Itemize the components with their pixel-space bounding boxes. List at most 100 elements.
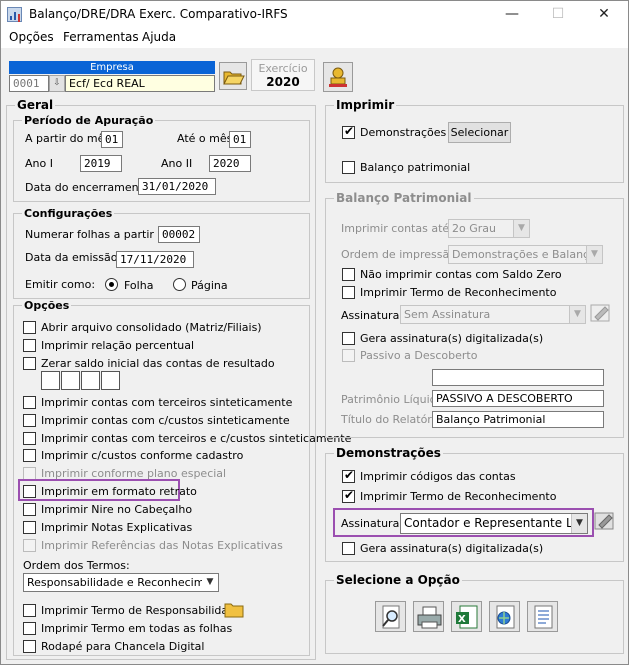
preview-button[interactable] (375, 601, 406, 632)
menu-bar: Opções Ferramentas Ajuda (1, 28, 628, 48)
imprimir-demonstracoes-label: Demonstrações (360, 126, 447, 139)
exercicio-label: Exercício (258, 62, 308, 75)
imprimir-balanco-label: Balanço patrimonial (360, 161, 471, 174)
preview-magnifier-icon (382, 605, 400, 629)
termo-todas-label: Imprimir Termo em todas as folhas (41, 622, 233, 635)
ordem-termos-value: Responsabilidade e Reconhecimento (27, 576, 219, 589)
termo-resp-checkbox[interactable] (23, 604, 36, 617)
user-button[interactable] (323, 62, 353, 92)
ano1-input[interactable]: 2019 (80, 155, 122, 172)
print-button[interactable] (413, 601, 444, 632)
passivo-checkbox (342, 349, 355, 362)
zerar-box-3[interactable] (81, 371, 100, 390)
ano2-input[interactable]: 2020 (209, 155, 251, 172)
excel-icon: X (456, 605, 478, 629)
balanco-title: Balanço Patrimonial (334, 191, 474, 205)
opcao-consolidado-checkbox[interactable] (23, 321, 36, 334)
export-web-button[interactable] (489, 601, 520, 632)
balanco-gera-assinatura-checkbox[interactable] (342, 332, 355, 345)
passivo-input[interactable] (432, 369, 604, 386)
termo-todas-checkbox[interactable] (23, 622, 36, 635)
geral-title: Geral (15, 98, 56, 112)
minimize-button[interactable]: — (489, 1, 535, 28)
ano2-label: Ano II (161, 157, 193, 170)
menu-ferramentas[interactable]: Ferramentas (63, 30, 139, 44)
demo-termo-rec-checkbox[interactable] (342, 488, 355, 503)
ano1-label: Ano I (25, 157, 53, 170)
open-folder-button[interactable] (219, 62, 247, 90)
empresa-lookup-icon[interactable]: ⇩ (49, 75, 65, 92)
menu-opcoes[interactable]: Opções (9, 30, 54, 44)
svg-text:X: X (458, 614, 466, 625)
opcao-cadastro-checkbox[interactable] (23, 449, 36, 462)
numerar-label: Numerar folhas a partir de (25, 228, 172, 241)
balanco-sign-button[interactable] (589, 301, 613, 325)
imprimir-demonstracoes-checkbox[interactable] (342, 124, 355, 139)
folha-radio[interactable] (105, 278, 118, 291)
data-emissao-input[interactable]: 17/11/2020 (116, 251, 194, 268)
balanco-termo-rec-checkbox[interactable] (342, 286, 355, 299)
ordem-termos-select[interactable]: Responsabilidade e Reconhecimento ▼ (23, 573, 219, 592)
web-page-icon (496, 605, 515, 629)
opcao-referencias-checkbox (23, 539, 36, 552)
empresa-name-input[interactable]: Ecf/ Ecd REAL (65, 75, 215, 92)
ate-input[interactable]: 01 (229, 131, 251, 148)
demonstracoes-title: Demonstrações (334, 446, 443, 460)
opcao-zerar-label: Zerar saldo inicial das contas de result… (41, 357, 275, 370)
chevron-down-icon: ▼ (202, 574, 218, 591)
periodo-title: Período de Apuração (22, 114, 156, 127)
demo-assinatura-label: Assinatura: (341, 517, 404, 530)
chevron-down-icon: ▼ (513, 220, 529, 237)
maximize-button[interactable]: ☐ (535, 1, 581, 28)
rodape-checkbox[interactable] (23, 640, 36, 653)
demo-sign-button[interactable] (593, 509, 617, 533)
zerar-box-1[interactable] (41, 371, 60, 390)
opcao-percentual-checkbox[interactable] (23, 339, 36, 352)
opcao-retrato-checkbox[interactable] (23, 485, 36, 498)
signature-pen-icon (590, 304, 610, 322)
export-text-button[interactable] (527, 601, 558, 632)
pagina-radio[interactable] (173, 278, 186, 291)
empresa-code-input[interactable]: 0001 (9, 75, 49, 92)
exercicio-value: 2020 (266, 75, 300, 89)
export-excel-button[interactable]: X (451, 601, 482, 632)
patrimonio-input[interactable]: PASSIVO A DESCOBERTO (432, 390, 604, 407)
opcao-nire-checkbox[interactable] (23, 503, 36, 516)
user-stamp-icon (329, 67, 347, 87)
opcao-zerar-checkbox[interactable] (23, 357, 36, 370)
opcao-ccustos-checkbox[interactable] (23, 414, 36, 427)
a-partir-input[interactable]: 01 (101, 131, 123, 148)
opcao-terceiros-ccustos-checkbox[interactable] (23, 432, 36, 445)
demo-assinatura-value: Contador e Representante Legal (404, 516, 588, 530)
exercicio-box: Exercício 2020 (251, 59, 315, 91)
ordem-termos-label: Ordem dos Termos: (23, 559, 130, 572)
imprimir-title: Imprimir (334, 98, 397, 112)
contas-ate-value: 2o Grau (452, 222, 496, 235)
opcao-cadastro-label: Imprimir c/custos conforme cadastro (41, 449, 244, 462)
opcao-terceiros-checkbox[interactable] (23, 396, 36, 409)
demo-gera-assinatura-checkbox[interactable] (342, 542, 355, 555)
opcao-notas-checkbox[interactable] (23, 521, 36, 534)
open-folder-icon (223, 71, 245, 85)
balanco-assinatura-value: Sem Assinatura (404, 308, 491, 321)
opcao-terceiros-label: Imprimir contas com terceiros sinteticam… (41, 396, 293, 409)
contas-ate-label: Imprimir contas até: (341, 222, 453, 235)
printer-icon (417, 606, 442, 629)
close-button[interactable]: ✕ (581, 1, 627, 28)
codigos-checkbox[interactable] (342, 468, 355, 483)
numerar-input[interactable]: 00002 (158, 226, 200, 243)
menu-ajuda[interactable]: Ajuda (142, 30, 176, 44)
zerar-box-4[interactable] (101, 371, 120, 390)
titulo-input[interactable]: Balanço Patrimonial (432, 411, 604, 428)
termo-folder-button[interactable] (223, 599, 245, 619)
selecionar-button[interactable]: Selecionar (448, 122, 511, 143)
text-document-icon (534, 605, 553, 629)
demo-assinatura-select[interactable]: Contador e Representante Legal ▼ (400, 513, 588, 534)
app-chart-icon (7, 7, 22, 22)
data-enc-input[interactable]: 31/01/2020 (138, 178, 216, 195)
imprimir-balanco-checkbox[interactable] (342, 161, 355, 174)
zerar-box-2[interactable] (61, 371, 80, 390)
nao-saldo-checkbox[interactable] (342, 268, 355, 281)
data-emissao-label: Data da emissão (25, 251, 118, 264)
ate-label: Até o mês (177, 132, 233, 145)
